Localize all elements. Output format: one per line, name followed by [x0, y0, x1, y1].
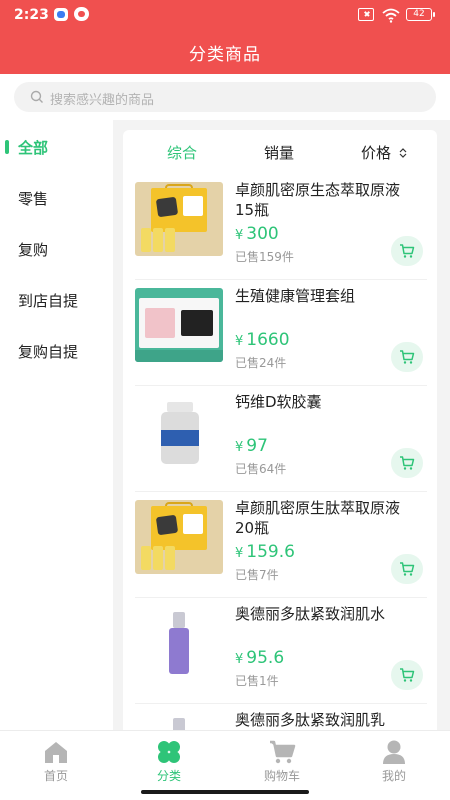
sidebar-item-label: 全部	[18, 139, 49, 157]
sidebar-item-store-pickup[interactable]: 到店自提	[0, 280, 113, 320]
sidebar-item-repurchase[interactable]: 复购	[0, 229, 113, 269]
sort-tab-sales[interactable]: 销量	[264, 142, 294, 163]
product-sold-count: 已售24件	[235, 356, 287, 370]
sidebar-item-label: 到店自提	[18, 292, 79, 310]
product-name: 奥德丽多肽紧致润肌乳	[235, 711, 386, 729]
cart-icon	[270, 740, 296, 764]
sidebar-item-all[interactable]: 全部	[0, 127, 113, 167]
product-price: ¥159.6	[235, 542, 295, 562]
home-indicator	[141, 790, 309, 794]
clover-icon	[158, 741, 180, 763]
product-sold-count: 已售1件	[235, 674, 279, 688]
sidebar-item-repurchase-pickup[interactable]: 复购自提	[0, 331, 113, 371]
search-icon	[30, 90, 43, 103]
product-price: ¥300	[235, 224, 279, 244]
product-name: 卓颜肌密原生肽萃取原液20瓶	[235, 499, 401, 537]
tab-label: 我的	[381, 769, 406, 783]
message-notification-icon	[54, 8, 68, 21]
product-content: 综合 销量 价格 卓颜肌密原生态萃取原液15瓶 ¥300 已售159件 生殖健康…	[113, 120, 450, 730]
sort-toggle-icon	[399, 148, 407, 158]
app-header: 2:23 42 分类商品	[0, 0, 450, 74]
add-to-cart-button[interactable]	[391, 236, 423, 266]
product-sold-count: 已售7件	[235, 568, 279, 582]
kit-image	[135, 288, 223, 362]
category-sidebar: 全部 零售 复购 到店自提 复购自提	[0, 120, 113, 730]
active-indicator	[5, 140, 9, 154]
tab-category[interactable]: 分类	[113, 731, 225, 791]
battery-indicator: 42	[406, 8, 435, 21]
status-bar: 2:23 42	[0, 0, 450, 30]
cart-icon	[400, 562, 415, 576]
purple-bottle-image	[135, 606, 223, 680]
add-to-cart-button[interactable]	[391, 554, 423, 584]
product-sold-count: 已售64件	[235, 462, 287, 476]
search-placeholder: 搜索感兴趣的商品	[50, 93, 155, 108]
page-title: 分类商品	[189, 45, 261, 65]
status-time: 2:23	[14, 7, 49, 23]
tab-label: 购物车	[263, 769, 300, 783]
tab-label: 首页	[43, 769, 68, 783]
cart-icon	[400, 668, 415, 682]
cart-icon	[400, 456, 415, 470]
add-to-cart-button[interactable]	[391, 660, 423, 690]
search-bar: 搜索感兴趣的商品	[0, 74, 450, 120]
product-name: 奥德丽多肽紧致润肌水	[235, 605, 386, 623]
purple-bottle-image	[135, 712, 223, 730]
product-name: 生殖健康管理套组	[235, 287, 356, 305]
product-price: ¥95.6	[235, 648, 285, 668]
cart-icon	[400, 350, 415, 364]
tab-cart[interactable]: 购物车	[226, 731, 338, 791]
gift-box-image	[135, 182, 223, 256]
product-price: ¥1660	[235, 330, 290, 350]
cart-icon	[400, 244, 415, 258]
add-to-cart-button[interactable]	[391, 342, 423, 372]
home-icon	[45, 742, 67, 763]
add-to-cart-button[interactable]	[391, 448, 423, 478]
product-price: ¥97	[235, 436, 268, 456]
sort-tabs: 综合 销量 价格	[123, 130, 437, 174]
bottle-image	[135, 394, 223, 468]
sort-tab-overall[interactable]: 综合	[167, 142, 197, 163]
product-item[interactable]: 生殖健康管理套组 ¥1660 已售24件	[135, 280, 427, 386]
no-sim-icon	[358, 8, 374, 21]
product-sold-count: 已售159件	[235, 250, 294, 264]
product-name: 卓颜肌密原生态萃取原液15瓶	[235, 181, 401, 219]
product-item[interactable]: 卓颜肌密原生态萃取原液15瓶 ¥300 已售159件	[135, 174, 427, 280]
sidebar-item-label: 零售	[18, 190, 49, 208]
sort-tab-price[interactable]: 价格	[361, 142, 391, 163]
wifi-icon	[382, 8, 400, 23]
product-item[interactable]: 奥德丽多肽紧致润肌乳	[135, 704, 427, 730]
search-input[interactable]: 搜索感兴趣的商品	[14, 82, 436, 112]
user-icon	[383, 740, 405, 764]
sidebar-item-retail[interactable]: 零售	[0, 178, 113, 218]
product-name: 钙维D软胶囊	[235, 393, 322, 411]
gift-box-image	[135, 500, 223, 574]
product-panel: 综合 销量 价格 卓颜肌密原生态萃取原液15瓶 ¥300 已售159件 生殖健康…	[123, 130, 437, 730]
product-item[interactable]: 卓颜肌密原生肽萃取原液20瓶 ¥159.6 已售7件	[135, 492, 427, 598]
tab-home[interactable]: 首页	[0, 731, 112, 791]
sidebar-item-label: 复购	[18, 241, 49, 259]
product-item[interactable]: 奥德丽多肽紧致润肌水 ¥95.6 已售1件	[135, 598, 427, 704]
tab-label: 分类	[156, 769, 181, 783]
product-item[interactable]: 钙维D软胶囊 ¥97 已售64件	[135, 386, 427, 492]
tab-profile[interactable]: 我的	[338, 731, 450, 791]
sidebar-item-label: 复购自提	[18, 343, 79, 361]
app-notification-icon	[74, 7, 89, 21]
